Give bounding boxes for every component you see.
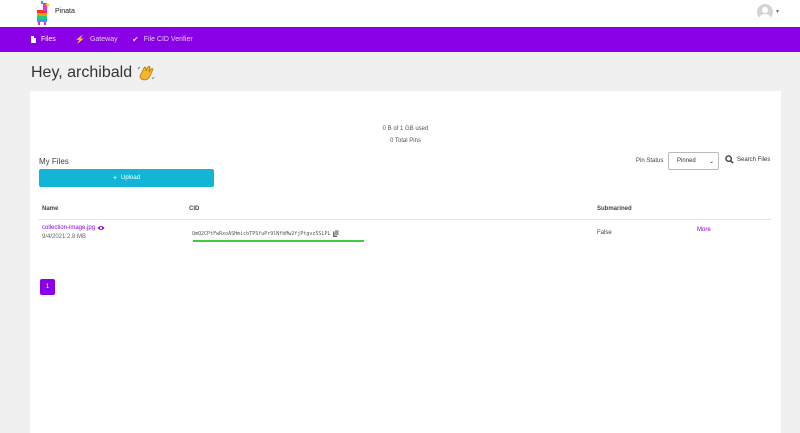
cid-text: QmQ2CPtFwRxoASHmicbTPSfuPr9lNfbMw2fjPtgv… [192,230,331,237]
copy-icon[interactable] [333,230,340,237]
search-files-button[interactable]: Search Files [725,155,770,164]
storage-usage: 0 B of 1 GB used [382,126,429,132]
upload-button[interactable]: + Upload [39,169,214,187]
total-pins: 0 Total Pins [390,138,421,144]
nav-cid-verifier-label: File CID Verifier [143,36,193,43]
file-name-text: collection-image.jpg [42,225,96,231]
nav-cid-verifier[interactable]: ✔ File CID Verifier [132,27,193,52]
column-header-submarined: Submarined [597,206,632,212]
cid-value: QmQ2CPtFwRxoASHmicbTPSfuPr9lNfbMw2fjPtgv… [192,230,340,237]
file-icon [31,36,36,43]
table-divider [38,219,771,220]
waving-hand-icon [137,65,155,81]
submarined-value: False [597,230,612,236]
search-icon [725,155,734,164]
search-files-label: Search Files [737,156,771,163]
column-header-name: Name [42,206,59,212]
account-menu[interactable]: ▼ [757,3,780,21]
eye-icon[interactable] [97,225,105,231]
my-files-title: My Files [39,157,69,166]
nav-gateway[interactable]: ⚡ Gateway [75,27,118,52]
more-button[interactable]: More [697,227,711,233]
nav-files-label: Files [41,36,56,43]
file-meta: 9/4/2021 2.8 MB [42,234,87,240]
nav-gateway-label: Gateway [89,36,118,43]
main-nav: Files ⚡ Gateway ✔ File CID Verifier [0,27,800,52]
pin-status-label: Pin Status [636,158,664,164]
pinata-logo-icon[interactable] [33,1,51,25]
bolt-icon: ⚡ [75,34,85,44]
greeting-text: Hey, archibald [31,64,133,81]
upload-label: Upload [121,175,141,181]
cid-highlight-bar [193,240,364,242]
caret-down-icon[interactable]: ▼ [775,9,780,15]
brand-name: Pinata [55,8,75,15]
greeting-heading: Hey, archibald [31,64,155,82]
column-header-cid: CID [189,206,200,212]
plus-icon: + [112,174,118,182]
nav-files[interactable]: Files [31,27,56,52]
files-card: 0 B of 1 GB used 0 Total Pins My Files +… [30,91,781,433]
pin-status-select[interactable]: Pinned ⌄ [668,152,719,170]
pin-status-value: Pinned [677,158,696,164]
user-avatar-icon[interactable] [757,4,773,20]
pagination-page-button[interactable]: 1 [40,279,55,295]
top-bar: Pinata ▼ [0,0,800,27]
file-name-link[interactable]: collection-image.jpg [42,225,105,231]
double-check-icon: ✔ [132,34,139,44]
chevron-down-icon: ⌄ [708,159,714,165]
